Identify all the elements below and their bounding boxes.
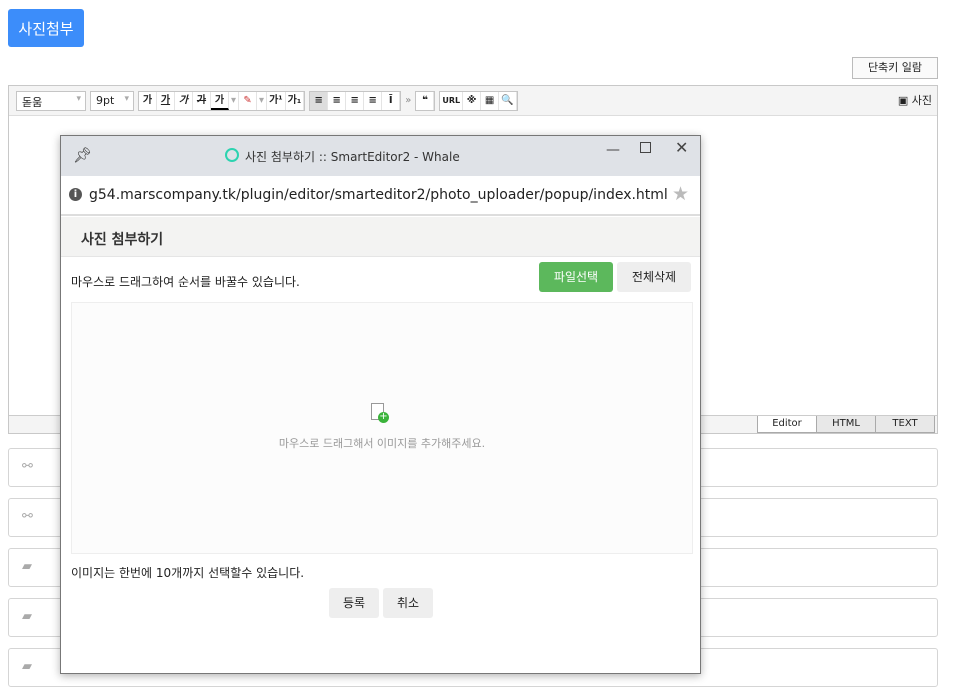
window-titlebar: 📌︎ 사진 첨부하기 :: SmartEditor2 - Whale — ✕ — [61, 136, 700, 176]
insert-group: URL ※ ▦ 🔍 — [439, 90, 519, 111]
align-right-button[interactable]: ≡ — [346, 91, 365, 110]
tab-editor[interactable]: Editor — [757, 416, 817, 433]
align-group: ≡ ≡ ≡ ≡ Ī — [309, 90, 402, 111]
pin-icon[interactable]: 📌︎ — [73, 146, 92, 164]
window-title: 사진 첨부하기 :: SmartEditor2 - Whale — [245, 150, 460, 164]
photo-label: 사진 — [911, 94, 932, 107]
image-drop-zone[interactable]: + 마우스로 드래그해서 이미지를 추가해주세요. — [71, 302, 693, 554]
highlight-icon[interactable]: ✎ — [239, 91, 258, 110]
table-button[interactable]: ▦ — [481, 91, 500, 110]
find-button[interactable]: 🔍 — [499, 91, 518, 110]
bold-button[interactable]: 가 — [139, 91, 157, 110]
link-icon: ⚯ — [22, 509, 33, 524]
address-bar: i g54.marscompany.tk/plugin/editor/smart… — [61, 176, 700, 216]
quote-button[interactable]: ❝ — [416, 91, 435, 110]
popup-heading: 사진 첨부하기 — [61, 217, 700, 257]
folder-icon: ▰ — [22, 659, 32, 674]
folder-icon: ▰ — [22, 609, 32, 624]
more-icon[interactable]: » — [405, 95, 411, 106]
url-button[interactable]: URL — [440, 91, 464, 110]
link-icon: ⚯ — [22, 459, 33, 474]
tab-text[interactable]: TEXT — [875, 416, 935, 433]
justify-button[interactable]: ≡ — [364, 91, 383, 110]
underline-button[interactable]: 가 — [157, 91, 175, 110]
add-file-icon: + — [371, 403, 389, 423]
bookmark-star-icon[interactable]: ★ — [672, 183, 689, 205]
editor-toolbar: 돋움 9pt 가 가 가 가 가 ▾ ✎ ▾ 가¹ 가₁ ≡ ≡ ≡ ≡ Ī »… — [9, 86, 937, 116]
subscript-button[interactable]: 가₁ — [286, 91, 305, 110]
font-color-dropdown[interactable]: ▾ — [229, 91, 240, 110]
shortcut-list-button[interactable]: 단축키 일람 — [852, 57, 938, 79]
delete-all-button[interactable]: 전체삭제 — [617, 262, 691, 292]
url-text[interactable]: g54.marscompany.tk/plugin/editor/smarted… — [89, 187, 668, 203]
info-icon[interactable]: i — [69, 188, 82, 201]
superscript-button[interactable]: 가¹ — [267, 91, 286, 110]
limit-note: 이미지는 한번에 10개까지 선택할수 있습니다. — [71, 566, 305, 580]
font-select[interactable]: 돋움 — [16, 90, 86, 111]
register-button[interactable]: 등록 — [329, 588, 379, 618]
loading-icon — [225, 148, 239, 162]
tab-html[interactable]: HTML — [816, 416, 876, 433]
drop-hint: 마우스로 드래그해서 이미지를 추가해주세요. — [278, 437, 486, 450]
font-color-button[interactable]: 가 — [211, 91, 229, 110]
reorder-instruction: 마우스로 드래그하여 순서를 바꿀수 있습니다. — [71, 275, 300, 289]
text-style-group: 가 가 가 가 가 ▾ ✎ ▾ 가¹ 가₁ — [138, 90, 306, 111]
close-button[interactable]: ✕ — [675, 138, 688, 157]
highlight-dropdown[interactable]: ▾ — [257, 91, 268, 110]
align-center-button[interactable]: ≡ — [328, 91, 347, 110]
photo-upload-popup: 📌︎ 사진 첨부하기 :: SmartEditor2 - Whale — ✕ i… — [60, 135, 701, 674]
cancel-button[interactable]: 취소 — [383, 588, 433, 618]
font-size-select[interactable]: 9pt — [90, 90, 134, 111]
maximize-button[interactable] — [640, 142, 651, 153]
minimize-button[interactable]: — — [606, 142, 620, 158]
line-height-button[interactable]: Ī — [382, 91, 401, 110]
photo-attach-button[interactable]: 사진첨부 — [8, 9, 84, 47]
folder-icon: ▰ — [22, 559, 32, 574]
strike-button[interactable]: 가 — [193, 91, 211, 110]
special-char-button[interactable]: ※ — [463, 91, 482, 110]
align-left-button[interactable]: ≡ — [310, 91, 329, 110]
italic-button[interactable]: 가 — [175, 91, 193, 110]
photo-button[interactable]: ▣ 사진 — [898, 92, 932, 108]
select-files-button[interactable]: 파일선택 — [539, 262, 613, 292]
